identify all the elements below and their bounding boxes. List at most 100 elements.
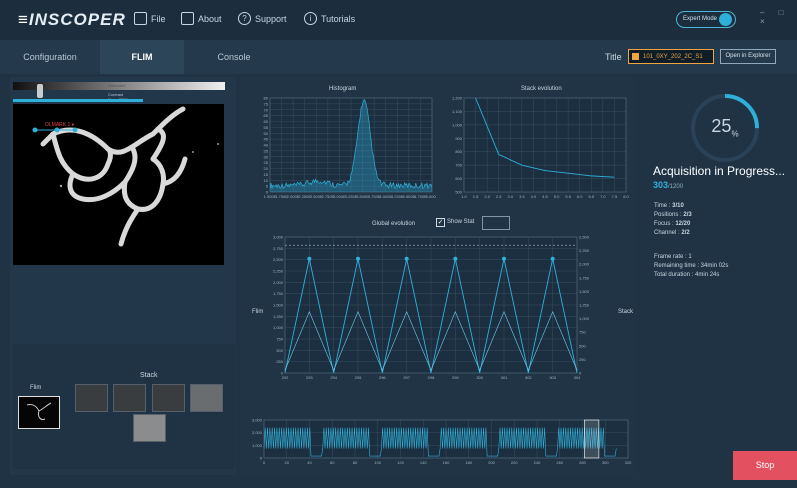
global-evolution-x-tick: 303: [549, 375, 556, 380]
global-flim-point: [453, 256, 458, 261]
global-evolution-x-tick: 304: [574, 375, 581, 380]
global-evolution-right-tick: 750: [579, 330, 586, 335]
stack-evolution-y-tick: 1,200: [452, 96, 463, 101]
histogram-plot: 807570656055504540353025201510501.500E1.…: [264, 96, 436, 200]
flim-thumbnail-image: [26, 402, 52, 420]
timeline-x-tick: 100: [374, 460, 381, 465]
global-evolution-x-tick: 300: [476, 375, 483, 380]
global-evolution-right-tick: 1,750: [579, 275, 590, 280]
stack-thumbnail[interactable]: [133, 414, 166, 442]
expert-mode-knob[interactable]: [719, 13, 732, 26]
timeline-cursor: [584, 419, 600, 459]
contrast-slider-handle[interactable]: [37, 84, 43, 98]
stack-evolution-x-tick: 4.0: [531, 194, 537, 199]
global-evolution-x-tick: 299: [452, 375, 459, 380]
tab-console[interactable]: Console: [184, 40, 284, 74]
title-value: 101_0XY_202_2C_S1: [643, 54, 703, 60]
channel-info: Channel : 2/2: [654, 230, 690, 236]
stack-evolution-x-tick: 2.5: [496, 194, 502, 199]
show-stat-input[interactable]: [482, 216, 510, 230]
stack-evolution-x-tick: 4.5: [542, 194, 548, 199]
timeline-x-tick: 40: [307, 460, 312, 465]
histogram-y-tick: 80: [264, 96, 269, 101]
acquisition-count-total: /1200: [668, 184, 684, 190]
stack-thumbnail[interactable]: [75, 384, 108, 412]
global-evolution-plot: 3,000 2,750 2,500 2,250 2,000 1,750 1,500 1,250…: [273, 235, 590, 381]
timeline-x-tick: 60: [330, 460, 335, 465]
open-in-explorer-button[interactable]: Open in Explorer: [720, 49, 776, 64]
global-flim-point: [307, 256, 312, 261]
menu-tutorials-label: Tutorials: [321, 13, 356, 24]
stack-evolution-plot: 1,2001,1001,0009008007006005001.0 1.5 2.0 2…: [452, 96, 630, 200]
global-evolution-right-tick: 2,500: [579, 235, 590, 240]
global-evolution-right-tick: 1,250: [579, 303, 590, 308]
focus-info-label: Focus :: [654, 221, 676, 227]
histogram-y-tick: 55: [264, 125, 269, 130]
title-input[interactable]: 101_0XY_202_2C_S1: [628, 49, 714, 64]
remaining-time-info: Remaining time : 34min 02s: [654, 263, 729, 269]
stop-button[interactable]: Stop: [733, 451, 797, 480]
tab-configuration[interactable]: Configuration: [0, 40, 100, 74]
timeline-plot: 3,0002,0001,00000 20 40 60 80 100 120 140 160 180…: [252, 418, 632, 465]
histogram-y-tick: 30: [264, 154, 269, 159]
flim-thumbnail[interactable]: [18, 396, 60, 429]
positions-info: Positions : 2/3: [654, 212, 692, 218]
timeline-x-tick: 160: [443, 460, 450, 465]
stack-thumbnail[interactable]: [190, 384, 223, 412]
contrast-range-bar[interactable]: [13, 99, 143, 102]
support-icon: ?: [238, 12, 251, 25]
menu-file[interactable]: File: [134, 12, 166, 25]
global-evolution-right-tick: 2,250: [579, 248, 590, 253]
histogram-y-tick: 35: [264, 148, 269, 153]
stack-thumbnail[interactable]: [152, 384, 185, 412]
menu-tutorials[interactable]: i Tutorials: [304, 12, 355, 25]
histogram-y-tick: 75: [264, 101, 269, 106]
title-label: Title: [605, 52, 622, 62]
timeline-x-tick: 120: [397, 460, 404, 465]
timeline-x-tick: 180: [465, 460, 472, 465]
menu-about[interactable]: About: [181, 12, 222, 25]
progress-percent-suffix: %: [731, 129, 739, 139]
positions-info-label: Positions :: [654, 212, 684, 218]
global-evolution-y-tick: 250: [276, 359, 283, 364]
about-icon: [181, 12, 194, 25]
global-evolution-x-tick: 293: [306, 375, 313, 380]
stack-evolution-x-tick: 5.0: [554, 194, 560, 199]
frame-rate-info: Frame rate : 1: [654, 254, 692, 260]
global-evolution-y-tick: 1,250: [273, 314, 284, 319]
acquisition-count-value: 303: [653, 180, 669, 190]
global-flim-point: [502, 256, 506, 261]
timeline-x-tick: 280: [579, 460, 586, 465]
menu-file-label: File: [151, 13, 166, 24]
stack-evolution-x-tick: 3.0: [508, 194, 514, 199]
global-evolution-y-tick: 2,500: [273, 257, 284, 262]
progress-percent-value: 25: [711, 116, 732, 136]
global-evolution-x-tick: 297: [403, 375, 410, 380]
global-flim-point: [404, 256, 409, 261]
acquisition-status: Acquisition in Progress...: [653, 164, 786, 178]
stack-evolution-y-tick: 1,100: [452, 109, 463, 114]
histogram-y-tick: 25: [264, 160, 269, 165]
show-stat-checkbox[interactable]: ✓: [436, 218, 445, 227]
window-controls[interactable]: – □ ×: [760, 8, 797, 26]
histogram-y-tick: 40: [264, 143, 269, 148]
global-evolution-y-tick: 1,750: [273, 291, 284, 296]
timeline-y-tick: 1,000: [252, 443, 263, 448]
global-evolution-x-tick: 295: [355, 375, 362, 380]
stack-evolution-x-tick: 2.0: [484, 194, 490, 199]
histogram-y-tick: 65: [264, 113, 269, 118]
menu-about-label: About: [198, 13, 222, 24]
global-evolution-right-tick: 0: [579, 371, 582, 376]
stack-evolution-x-tick: 1.0: [461, 194, 467, 199]
total-duration-info: Total duration : 4min 24s: [654, 272, 720, 278]
global-evolution-y-tick: 1,500: [273, 303, 284, 308]
stack-evolution-y-tick: 700: [455, 163, 462, 168]
image-viewer[interactable]: [13, 104, 224, 265]
global-evolution-right-tick: 1,000: [579, 316, 590, 321]
menu-support-label: Support: [255, 13, 287, 24]
menu-support[interactable]: ? Support: [238, 12, 287, 25]
positions-info-value: 2/3: [683, 212, 692, 218]
global-evolution-title: Global evolution: [372, 221, 416, 227]
tab-flim[interactable]: FLIM: [100, 40, 184, 74]
stack-thumbnail[interactable]: [113, 384, 146, 412]
